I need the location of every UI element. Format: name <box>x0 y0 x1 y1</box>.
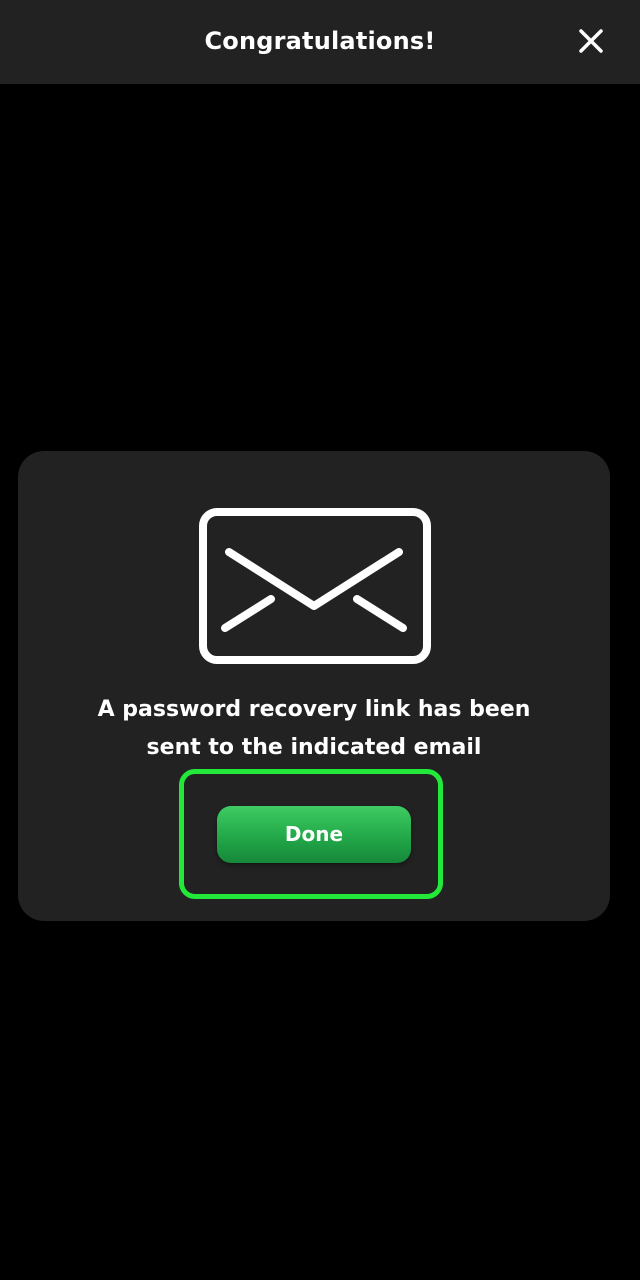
confirmation-card: A password recovery link has been sent t… <box>18 451 610 921</box>
done-button[interactable]: Done <box>217 806 411 863</box>
close-icon <box>579 29 603 53</box>
close-button[interactable] <box>570 20 612 62</box>
modal-title: Congratulations! <box>204 27 436 55</box>
recovery-message: A password recovery link has been sent t… <box>18 691 610 767</box>
message-line-2: sent to the indicated email <box>146 735 482 760</box>
envelope-icon <box>199 508 431 664</box>
modal-header: Congratulations! <box>0 0 640 84</box>
message-line-1: A password recovery link has been <box>97 697 531 722</box>
